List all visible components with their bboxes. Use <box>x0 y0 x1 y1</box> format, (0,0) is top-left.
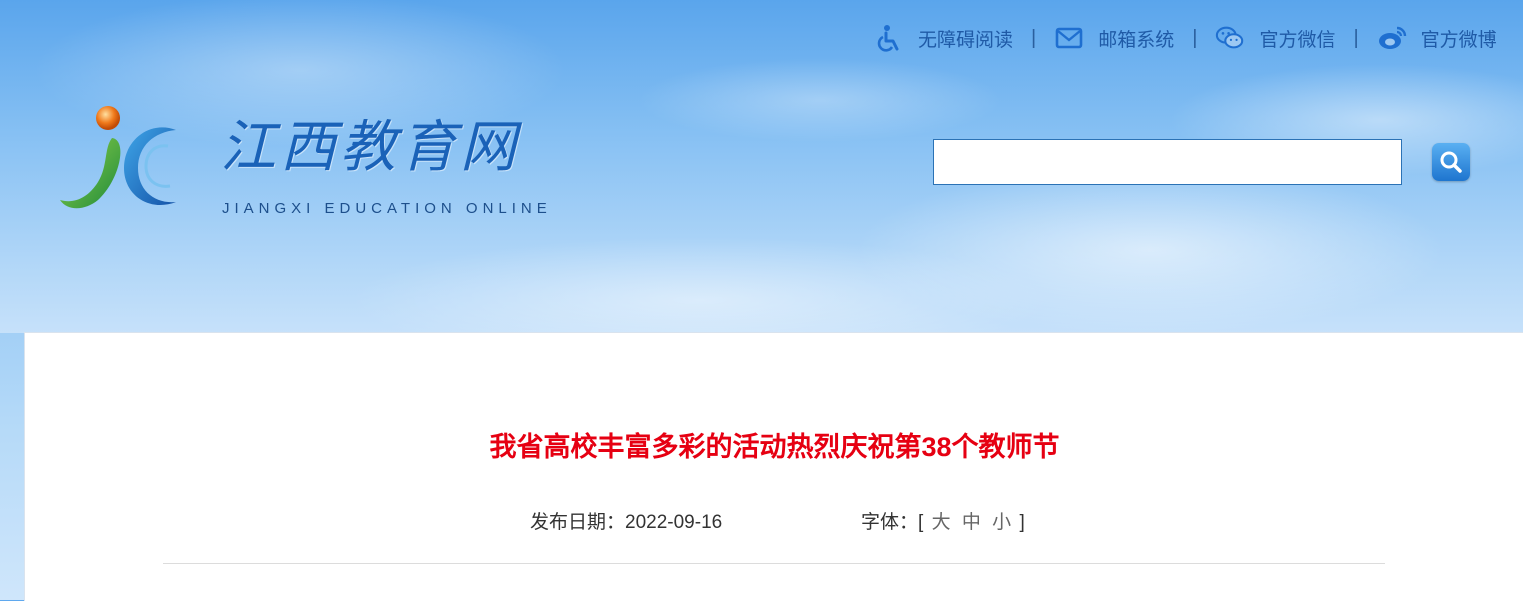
publish-date-label: 发布日期： <box>530 512 626 533</box>
site-header: 无障碍阅读 | 邮箱系统 | 官方微信 | 官方微博 江西教育网 JIANGXI… <box>0 0 1523 333</box>
publish-date: 发布日期：2022-09-16 <box>530 507 722 534</box>
font-size-large[interactable]: 大 <box>932 512 951 533</box>
publish-date-value: 2022-09-16 <box>625 512 723 533</box>
accessibility-link-label: 无障碍阅读 <box>918 29 1014 51</box>
separator: | <box>1031 26 1037 49</box>
separator: | <box>1353 26 1359 49</box>
search-icon <box>1440 151 1462 173</box>
logo-emblem-icon <box>60 106 176 209</box>
article-panel: 我省高校丰富多彩的活动热烈庆祝第38个教师节 发布日期：2022-09-16 字… <box>24 332 1523 601</box>
weibo-link-label: 官方微博 <box>1420 29 1497 51</box>
bracket-open: [ <box>918 512 924 533</box>
weibo-link[interactable]: 官方微博 <box>1377 23 1497 53</box>
bracket-close: ] <box>1019 512 1025 533</box>
search-input[interactable] <box>933 139 1402 185</box>
mail-link[interactable]: 邮箱系统 <box>1054 23 1174 53</box>
logo-title: 江西教育网 <box>220 115 520 180</box>
font-size-label: 字体： <box>861 512 919 533</box>
mail-link-label: 邮箱系统 <box>1098 29 1175 51</box>
font-size-switcher: 字体：[ 大 中 小 ] <box>861 507 1025 534</box>
font-size-medium[interactable]: 中 <box>962 512 981 533</box>
top-links-bar: 无障碍阅读 | 邮箱系统 | 官方微信 | 官方微博 <box>874 22 1523 54</box>
search-button[interactable] <box>1432 143 1470 181</box>
accessibility-link[interactable]: 无障碍阅读 <box>874 23 1013 53</box>
accessibility-icon <box>874 23 904 53</box>
logo-subtitle: JIANGXI EDUCATION ONLINE <box>222 200 552 217</box>
mail-icon <box>1054 23 1084 53</box>
wechat-link[interactable]: 官方微信 <box>1215 23 1335 53</box>
weibo-icon <box>1377 23 1407 53</box>
wechat-icon <box>1215 23 1245 53</box>
site-logo[interactable]: 江西教育网 JIANGXI EDUCATION ONLINE <box>58 100 598 225</box>
divider <box>163 563 1385 564</box>
wechat-link-label: 官方微信 <box>1259 29 1336 51</box>
separator: | <box>1192 26 1198 49</box>
article-title: 我省高校丰富多彩的活动热烈庆祝第38个教师节 <box>489 432 1060 462</box>
font-size-small[interactable]: 小 <box>992 512 1011 533</box>
